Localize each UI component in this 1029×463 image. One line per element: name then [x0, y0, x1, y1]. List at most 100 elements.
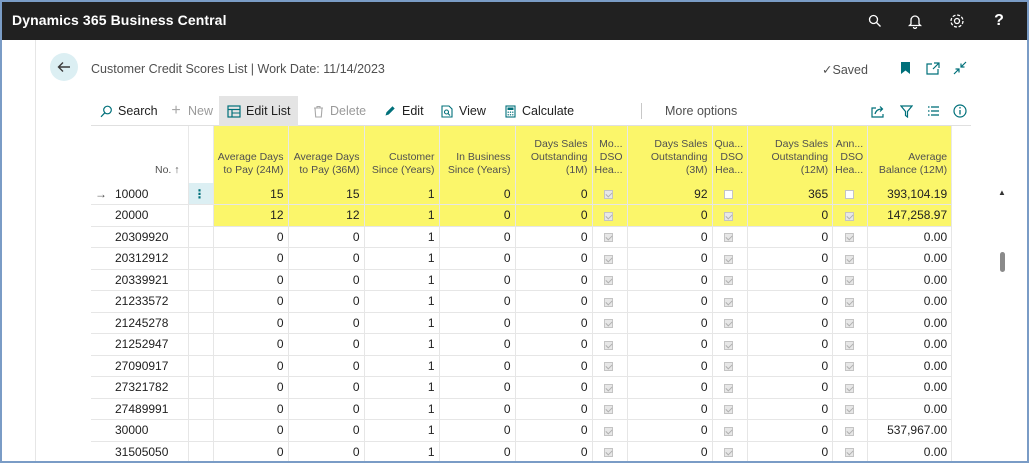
cell-since[interactable]: 1	[364, 333, 440, 356]
table-row[interactable]: 20312912 0 0 1 0 0 0 0 0.00	[91, 247, 953, 270]
cell-ann[interactable]	[832, 333, 869, 356]
cell-mo[interactable]	[592, 204, 628, 227]
cell-adp36[interactable]: 12	[288, 204, 365, 227]
row-menu-cell[interactable]	[188, 269, 214, 291]
cell-bal[interactable]: 0.00	[867, 290, 953, 313]
cell-dso3[interactable]: 0	[627, 247, 713, 270]
column-header-dso1[interactable]: Days Sales Outstanding (1M)	[515, 126, 593, 183]
cell-dso1[interactable]: 0	[515, 269, 593, 291]
cell-biz[interactable]: 0	[439, 204, 516, 227]
row-menu-cell[interactable]	[188, 226, 214, 248]
search-button[interactable]: Search	[99, 102, 158, 120]
cell-since[interactable]: 1	[364, 419, 440, 442]
row-menu-cell[interactable]	[188, 398, 214, 420]
cell-no[interactable]: 21252947	[113, 333, 189, 356]
cell-ann[interactable]	[832, 183, 869, 205]
scrollbar-thumb[interactable]	[1000, 252, 1005, 272]
cell-since[interactable]: 1	[364, 226, 440, 248]
table-row[interactable]: 30000 0 0 1 0 0 0 0 537,967.00	[91, 419, 953, 442]
cell-adp36[interactable]: 0	[288, 290, 365, 313]
cell-qua[interactable]	[712, 183, 749, 205]
cell-qua[interactable]	[712, 226, 749, 248]
cell-bal[interactable]: 0.00	[867, 226, 953, 248]
cell-no[interactable]: 20000	[113, 204, 189, 227]
cell-adp36[interactable]: 15	[288, 183, 365, 205]
row-selector[interactable]	[91, 247, 113, 270]
cell-dso1[interactable]: 0	[515, 247, 593, 270]
row-menu-cell[interactable]	[188, 290, 214, 313]
cell-ann[interactable]	[832, 269, 869, 291]
cell-bal[interactable]: 0.00	[867, 376, 953, 399]
row-menu-cell[interactable]	[188, 312, 214, 334]
cell-dso12[interactable]: 0	[747, 226, 834, 248]
cell-dso12[interactable]: 0	[747, 376, 834, 399]
column-header-no[interactable]: No. ↑	[113, 126, 189, 183]
cell-dso12[interactable]: 0	[747, 441, 834, 461]
cell-mo[interactable]	[592, 419, 628, 442]
table-row[interactable]: 21252947 0 0 1 0 0 0 0 0.00	[91, 333, 953, 356]
cell-ann[interactable]	[832, 204, 869, 227]
cell-dso3[interactable]: 0	[627, 333, 713, 356]
column-header-bal[interactable]: Average Balance (12M)	[867, 126, 953, 183]
cell-mo[interactable]	[592, 226, 628, 248]
cell-biz[interactable]: 0	[439, 226, 516, 248]
cell-bal[interactable]: 393,104.19	[867, 183, 953, 205]
column-header-since[interactable]: Customer Since (Years)	[364, 126, 440, 183]
table-row[interactable]: 21233572 0 0 1 0 0 0 0 0.00	[91, 290, 953, 313]
cell-since[interactable]: 1	[364, 398, 440, 420]
cell-dso1[interactable]: 0	[515, 441, 593, 461]
cell-no[interactable]: 20312912	[113, 247, 189, 270]
cell-no[interactable]: 10000	[113, 183, 189, 205]
cell-ann[interactable]	[832, 226, 869, 248]
cell-adp24[interactable]: 0	[213, 312, 289, 334]
cell-bal[interactable]: 0.00	[867, 355, 953, 377]
cell-dso3[interactable]: 0	[627, 290, 713, 313]
edit-button[interactable]: Edit	[383, 102, 424, 120]
cell-bal[interactable]: 0.00	[867, 247, 953, 270]
cell-adp36[interactable]: 0	[288, 441, 365, 461]
cell-ann[interactable]	[832, 398, 869, 420]
cell-since[interactable]: 1	[364, 441, 440, 461]
cell-biz[interactable]: 0	[439, 355, 516, 377]
cell-mo[interactable]	[592, 247, 628, 270]
cell-dso1[interactable]: 0	[515, 312, 593, 334]
row-selector[interactable]	[91, 226, 113, 248]
cell-qua[interactable]	[712, 204, 749, 227]
row-menu-cell[interactable]	[188, 355, 214, 377]
cell-bal[interactable]: 0.00	[867, 398, 953, 420]
table-row[interactable]: 31505050 0 0 1 0 0 0 0 0.00	[91, 441, 953, 461]
cell-since[interactable]: 1	[364, 183, 440, 205]
cell-dso1[interactable]: 0	[515, 183, 593, 205]
cell-no[interactable]: 27090917	[113, 355, 189, 377]
cell-dso12[interactable]: 0	[747, 419, 834, 442]
table-row[interactable]: 27489991 0 0 1 0 0 0 0 0.00	[91, 398, 953, 420]
row-menu-icon[interactable]: ⋮	[188, 183, 214, 205]
bookmark-icon[interactable]	[897, 60, 913, 76]
row-menu-cell[interactable]	[188, 333, 214, 356]
filter-icon[interactable]	[899, 104, 913, 118]
cell-ann[interactable]	[832, 312, 869, 334]
cell-dso12[interactable]: 0	[747, 398, 834, 420]
cell-dso1[interactable]: 0	[515, 355, 593, 377]
cell-no[interactable]: 21245278	[113, 312, 189, 334]
more-options-button[interactable]: More options	[665, 102, 737, 120]
cell-dso3[interactable]: 0	[627, 226, 713, 248]
cell-bal[interactable]: 0.00	[867, 269, 953, 291]
cell-since[interactable]: 1	[364, 247, 440, 270]
cell-qua[interactable]	[712, 290, 749, 313]
cell-ann[interactable]	[832, 247, 869, 270]
collapse-icon[interactable]	[952, 60, 968, 76]
cell-mo[interactable]	[592, 398, 628, 420]
cell-biz[interactable]: 0	[439, 247, 516, 270]
cell-bal[interactable]: 0.00	[867, 333, 953, 356]
cell-dso3[interactable]: 92	[627, 183, 713, 205]
cell-biz[interactable]: 0	[439, 312, 516, 334]
cell-biz[interactable]: 0	[439, 269, 516, 291]
row-selector[interactable]	[91, 204, 113, 227]
cell-qua[interactable]	[712, 376, 749, 399]
cell-adp36[interactable]: 0	[288, 355, 365, 377]
cell-dso3[interactable]: 0	[627, 441, 713, 461]
cell-adp24[interactable]: 0	[213, 419, 289, 442]
column-header-dso3[interactable]: Days Sales Outstanding (3M)	[627, 126, 713, 183]
cell-adp36[interactable]: 0	[288, 269, 365, 291]
